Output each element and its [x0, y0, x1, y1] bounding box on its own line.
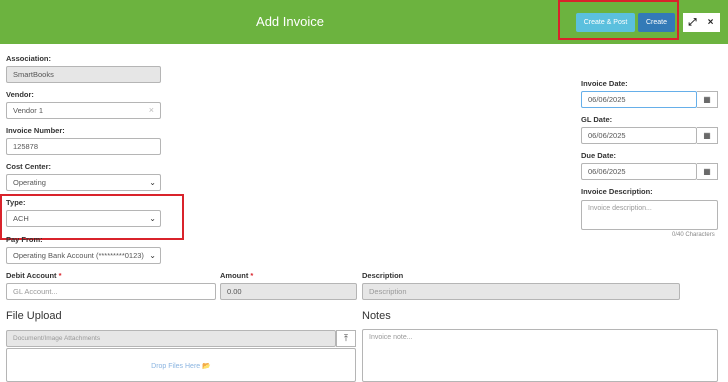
- chevron-down-icon: ⌄: [149, 251, 156, 260]
- vendor-select[interactable]: Vendor 1 ×: [6, 102, 161, 119]
- file-upload-title: File Upload: [6, 310, 62, 322]
- association-label: Association:: [6, 54, 52, 63]
- invoice-description-label: Invoice Description:: [581, 187, 653, 196]
- due-date-label: Due Date:: [581, 151, 617, 160]
- modal-title: Add Invoice: [256, 14, 324, 29]
- attachments-field: Document/Image Attachments: [6, 330, 336, 347]
- amount-label-text: Amount: [220, 271, 249, 280]
- upload-icon[interactable]: ⤒: [336, 330, 356, 347]
- invoice-description-textarea[interactable]: Invoice description...: [581, 200, 718, 230]
- pay-from-value: Operating Bank Account (*********0123): [13, 251, 144, 260]
- invoice-date-input[interactable]: 06/06/2025: [581, 91, 697, 108]
- invoice-number-input[interactable]: 125878: [6, 138, 161, 155]
- amount-field: 0.00: [220, 283, 357, 300]
- pay-from-label: Pay From:: [6, 235, 43, 244]
- cost-center-label: Cost Center:: [6, 162, 52, 171]
- close-icon[interactable]: ×: [701, 13, 720, 32]
- expand-icon[interactable]: ⤢: [683, 13, 702, 32]
- pay-from-select[interactable]: Operating Bank Account (*********0123) ⌄: [6, 247, 161, 264]
- calendar-icon[interactable]: ▦: [697, 163, 718, 180]
- description-field: Description: [362, 283, 680, 300]
- gl-account-input[interactable]: GL Account...: [6, 283, 216, 300]
- description-label: Description: [362, 271, 404, 280]
- amount-label: Amount *: [220, 271, 253, 280]
- required-marker: *: [250, 271, 254, 280]
- chevron-down-icon: ⌄: [149, 178, 156, 187]
- drop-zone[interactable]: Drop Files Here 📂: [6, 348, 356, 382]
- invoice-date-label: Invoice Date:: [581, 79, 628, 88]
- buttons-highlight-box: [558, 0, 679, 40]
- clear-icon[interactable]: ×: [149, 103, 154, 118]
- association-field: SmartBooks: [6, 66, 161, 83]
- required-marker: *: [58, 271, 62, 280]
- invoice-note-textarea[interactable]: Invoice note...: [362, 329, 718, 382]
- invoice-number-label: Invoice Number:: [6, 126, 65, 135]
- type-highlight-box: [0, 194, 184, 240]
- gl-date-label: GL Date:: [581, 115, 613, 124]
- vendor-value: Vendor 1: [13, 106, 44, 115]
- character-counter: 0/40 Characters: [672, 232, 715, 238]
- drop-files-label: Drop Files Here 📂: [151, 363, 211, 370]
- cost-center-value: Operating: [13, 178, 46, 187]
- due-date-input[interactable]: 06/06/2025: [581, 163, 697, 180]
- debit-account-label: Debit Account *: [6, 271, 62, 280]
- debit-account-label-text: Debit Account: [6, 271, 57, 280]
- gl-date-input[interactable]: 06/06/2025: [581, 127, 697, 144]
- cost-center-select[interactable]: Operating ⌄: [6, 174, 161, 191]
- notes-title: Notes: [362, 310, 391, 322]
- vendor-label: Vendor:: [6, 90, 34, 99]
- calendar-icon[interactable]: ▦: [697, 91, 718, 108]
- calendar-icon[interactable]: ▦: [697, 127, 718, 144]
